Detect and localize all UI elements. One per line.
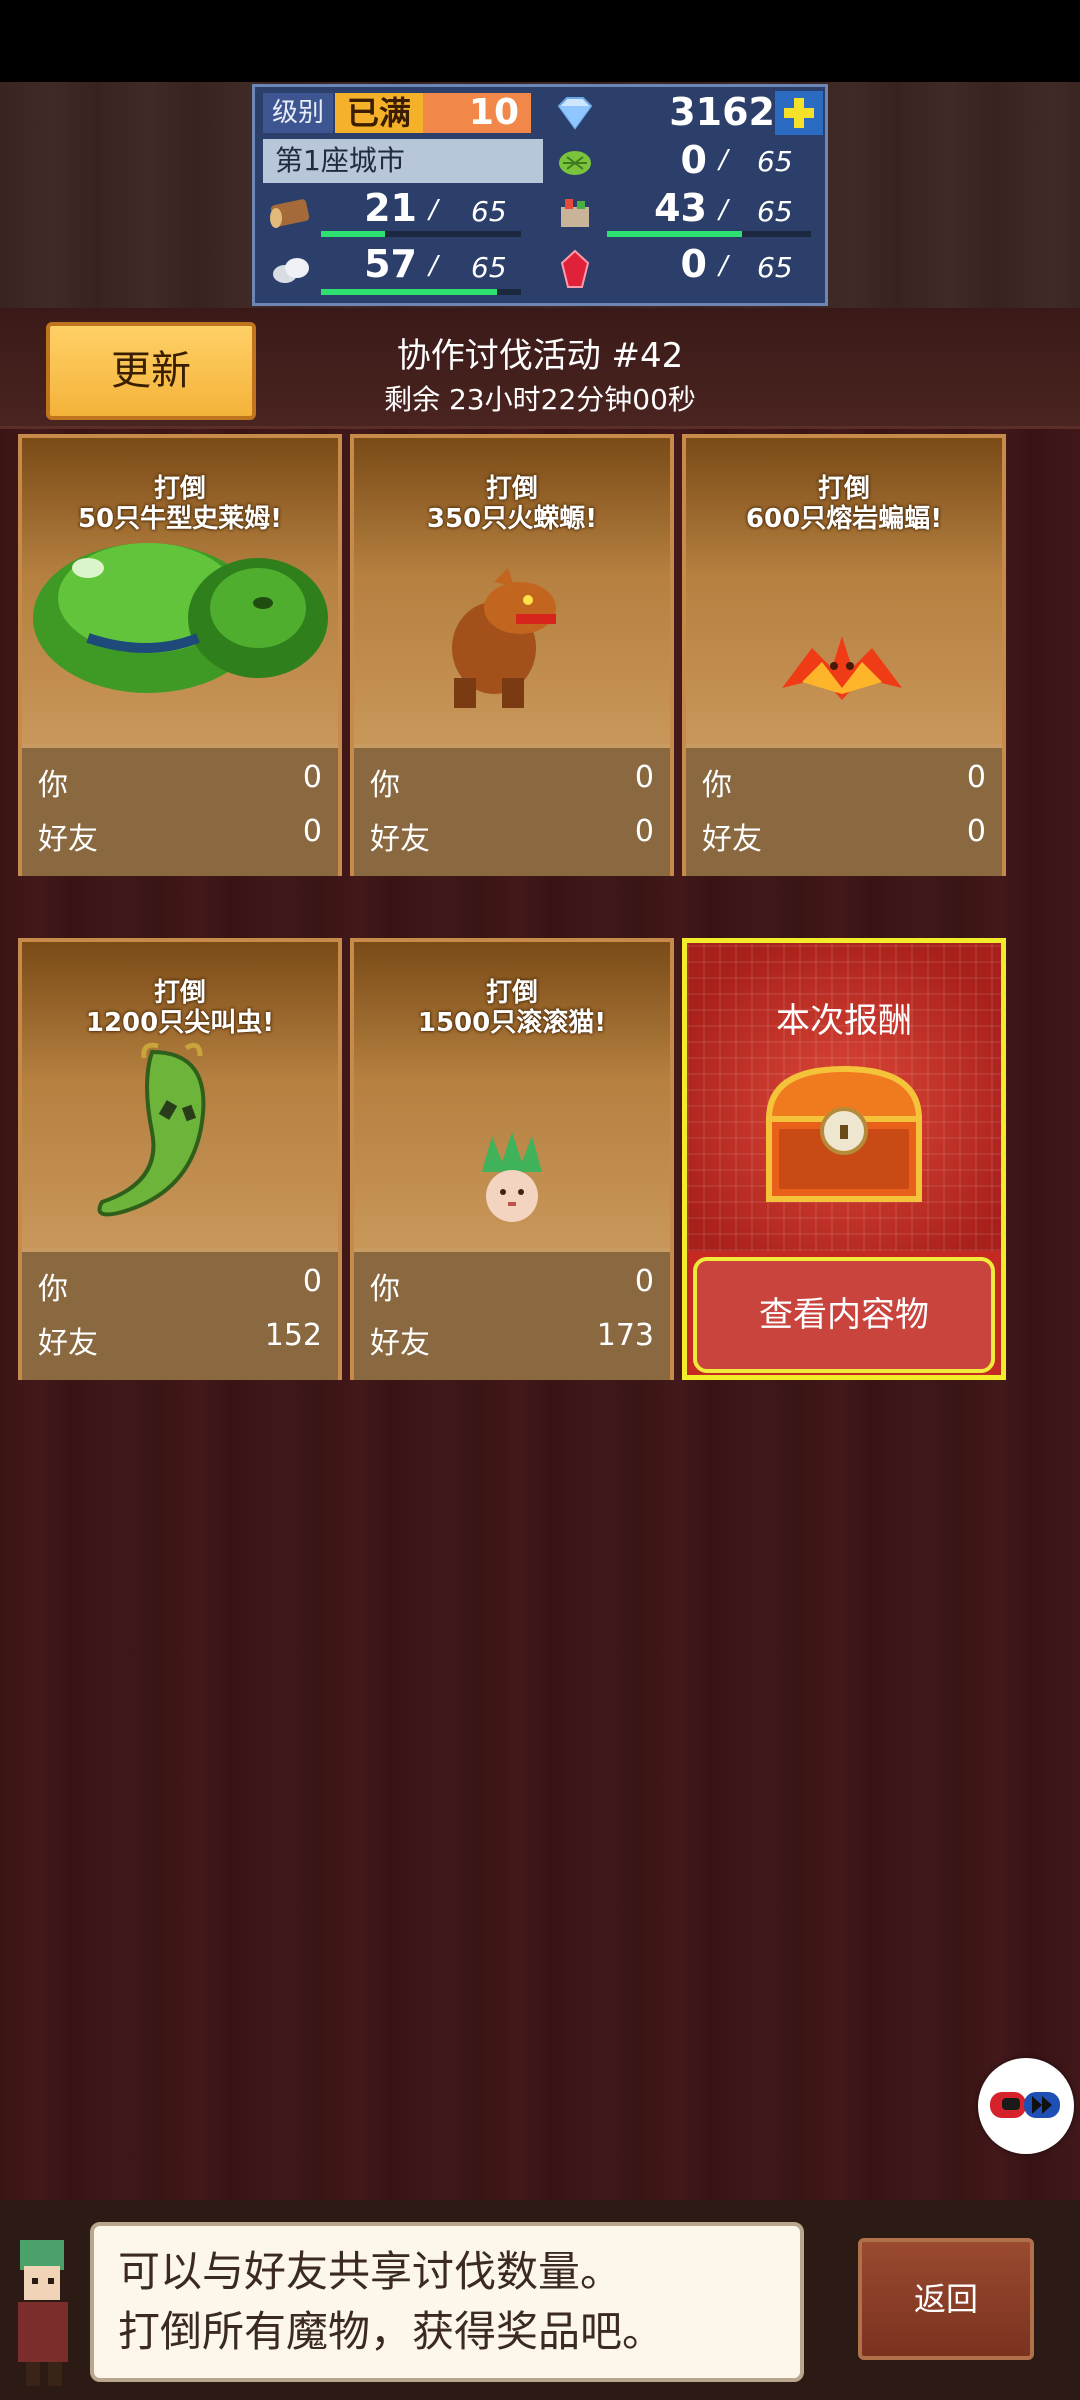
- grass-icon: [547, 139, 603, 183]
- stone-icon: [263, 247, 319, 291]
- resource-wood: 21 / 65: [321, 187, 541, 239]
- wood-log-icon: [263, 191, 319, 235]
- friend-row: 好友 0: [702, 814, 986, 857]
- quest-card[interactable]: 打倒 1500只滚滚猫! 你 0 好友 173: [350, 938, 674, 1380]
- event-title: 协作讨伐活动 #42: [396, 336, 684, 376]
- reward-label: 本次报酬: [776, 1001, 912, 1041]
- diamond-icon: [547, 91, 603, 135]
- status-bar: [0, 0, 1080, 82]
- back-button[interactable]: 返回: [858, 2238, 1034, 2360]
- you-row: 你 0: [38, 760, 322, 803]
- red-gem-icon: [547, 247, 603, 291]
- level-label: 级别: [263, 93, 333, 133]
- reward-art: 本次报酬: [687, 943, 1001, 1251]
- quest-card[interactable]: 打倒 50只牛型史莱姆! 你 0 好友 0: [18, 434, 342, 876]
- kill-stats: 你 0 好友 0: [354, 744, 670, 876]
- quest-text: 打倒 1200只尖叫虫!: [85, 978, 275, 1038]
- friend-row: 好友 173: [370, 1318, 654, 1361]
- quest-card[interactable]: 打倒 350只火蝾螈! 你 0 好友 0: [350, 434, 674, 876]
- you-row: 你 0: [370, 760, 654, 803]
- guide-speech-bubble: 可以与好友共享讨伐数量。 打倒所有魔物，获得奖品吧。: [90, 2222, 804, 2382]
- friend-row: 好友 0: [370, 814, 654, 857]
- rolling-cat-icon: [482, 1132, 542, 1222]
- fast-forward-button[interactable]: [978, 2058, 1074, 2154]
- quest-card[interactable]: 打倒 600只熔岩蝙蝠! 你 0 好友 0: [682, 434, 1006, 876]
- resource-grass: 0 / 65: [680, 138, 793, 182]
- buy-gems-button[interactable]: [775, 91, 823, 135]
- treasure-chest-icon: [765, 1065, 923, 1202]
- food-icon: [547, 191, 603, 235]
- kill-stats: 你 0 好友 173: [354, 1248, 670, 1380]
- kill-stats: 你 0 好友 0: [22, 744, 338, 876]
- quest-text: 打倒 600只熔岩蝙蝠!: [745, 474, 943, 534]
- screaming-worm-icon: [97, 1042, 206, 1217]
- level-value: 10: [423, 93, 531, 133]
- city-name: 第1座城市: [263, 139, 543, 183]
- kill-stats: 你 0 好友 152: [22, 1248, 338, 1380]
- gem-count: 3162: [669, 90, 775, 134]
- lava-bat-icon: [782, 636, 902, 700]
- friend-row: 好友 0: [38, 814, 322, 857]
- quest-text: 打倒 1500只滚滚猫!: [417, 978, 607, 1038]
- guide-character-avatar: [18, 2240, 68, 2386]
- level-max-badge: 已满: [335, 93, 423, 133]
- resource-food: 43 / 65: [607, 187, 823, 239]
- you-row: 你 0: [702, 760, 986, 803]
- refresh-button[interactable]: 更新: [46, 322, 256, 420]
- quest-text: 打倒 350只火蝾螈!: [426, 474, 598, 534]
- quest-card[interactable]: 打倒 1200只尖叫虫! 你 0 好友 152: [18, 938, 342, 1380]
- you-row: 你 0: [370, 1264, 654, 1307]
- event-timer: 剩余 23小时22分钟00秒: [384, 383, 696, 416]
- friend-row: 好友 152: [38, 1318, 322, 1361]
- resource-red-gem: 0 / 65: [680, 242, 793, 286]
- quest-text: 打倒 50只牛型史莱姆!: [77, 474, 283, 534]
- fast-forward-icon: [990, 2092, 1060, 2118]
- kill-stats: 你 0 好友 0: [686, 744, 1002, 876]
- fire-salamander-icon: [452, 568, 556, 708]
- reward-card: 本次报酬 查看内容物: [682, 938, 1006, 1380]
- view-contents-button[interactable]: 查看内容物: [693, 1257, 995, 1373]
- resource-hud: 级别 已满 10 3162 第1座城市 0 / 65 21 / 65 43 / …: [252, 84, 828, 306]
- resource-stone: 57 / 65: [321, 243, 541, 299]
- you-row: 你 0: [38, 1264, 322, 1307]
